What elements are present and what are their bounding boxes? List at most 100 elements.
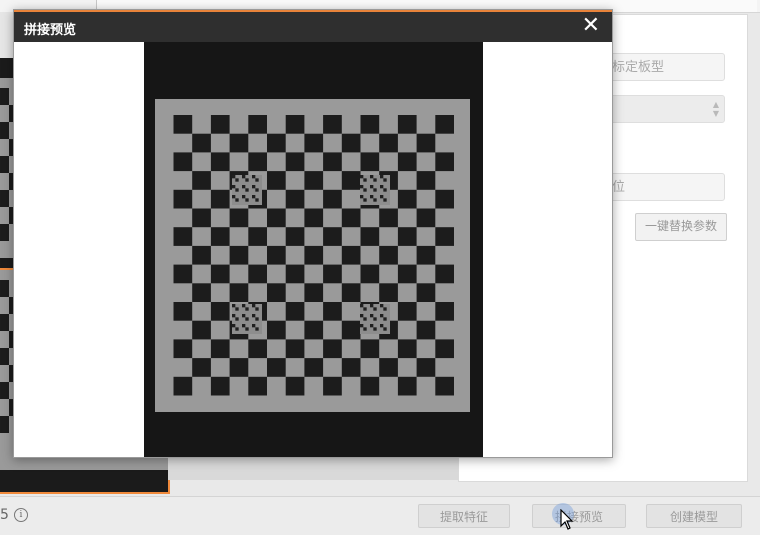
board-square xyxy=(435,115,454,134)
qr-dot xyxy=(255,327,259,331)
board-square xyxy=(229,133,249,153)
board-square xyxy=(341,245,361,265)
qr-dot xyxy=(383,188,387,192)
board-square xyxy=(323,189,342,209)
board-square xyxy=(0,224,9,241)
board-square xyxy=(210,227,230,246)
board-square xyxy=(323,264,342,284)
board-square xyxy=(173,189,193,209)
qr-dot xyxy=(232,324,236,328)
board-square xyxy=(210,152,230,172)
qr-dot xyxy=(363,198,367,202)
board-square xyxy=(0,88,9,105)
board-square xyxy=(416,358,436,377)
board-square xyxy=(173,376,193,396)
qr-dot xyxy=(383,327,387,331)
board-square xyxy=(173,152,193,172)
board-square xyxy=(248,115,267,134)
qr-dot xyxy=(242,304,246,308)
board-square xyxy=(267,208,286,228)
qr-dot xyxy=(232,195,236,199)
board-square xyxy=(285,227,305,246)
page-number: 5 xyxy=(0,507,9,523)
board-square xyxy=(285,302,305,321)
board-square xyxy=(397,302,417,321)
qr-dot xyxy=(370,195,374,199)
board-square xyxy=(285,115,305,134)
qr-dot xyxy=(232,175,236,179)
position-field[interactable]: 位 xyxy=(607,173,725,201)
board-square xyxy=(267,245,286,265)
board-square xyxy=(285,339,305,359)
qr-dot xyxy=(380,195,384,199)
board-square xyxy=(0,190,9,207)
board-square xyxy=(416,208,436,228)
qr-dot xyxy=(255,307,259,311)
board-square xyxy=(210,115,230,134)
board-square xyxy=(323,302,342,321)
qr-dot xyxy=(235,307,239,311)
board-square xyxy=(304,133,324,153)
board-square xyxy=(360,264,380,284)
board-square xyxy=(267,320,286,340)
board-square xyxy=(0,122,9,139)
qr-dot xyxy=(380,185,384,189)
board-square xyxy=(267,358,286,377)
board-square xyxy=(360,376,380,396)
board-square xyxy=(360,227,380,246)
board-square xyxy=(416,283,436,302)
board-square xyxy=(173,115,193,134)
board-square xyxy=(248,227,267,246)
qr-dot xyxy=(255,178,259,182)
extract-features-button[interactable]: 提取特征 xyxy=(418,504,510,528)
number-spinner-field[interactable]: ▲ ▼ xyxy=(607,95,725,123)
qr-dot xyxy=(232,304,236,308)
close-icon[interactable]: ✕ xyxy=(582,14,600,38)
bottom-toolbar: 5 i 提取特征 拼接预览 创建模型 xyxy=(0,496,760,535)
board-square xyxy=(435,339,454,359)
qr-dot xyxy=(245,327,249,331)
board-square xyxy=(192,133,211,153)
board-square xyxy=(379,245,398,265)
qr-dot xyxy=(242,195,246,199)
qr-dot xyxy=(360,324,364,328)
board-square xyxy=(0,416,9,433)
qr-dot xyxy=(380,304,384,308)
qr-dot xyxy=(232,185,236,189)
qr-dot xyxy=(363,317,367,321)
board-square xyxy=(435,189,454,209)
board-square xyxy=(192,208,211,228)
board-square xyxy=(323,376,342,396)
qr-dot xyxy=(363,178,367,182)
create-model-button[interactable]: 创建模型 xyxy=(646,504,742,528)
board-square xyxy=(416,320,436,340)
qr-dot xyxy=(245,198,249,202)
qr-dot xyxy=(383,307,387,311)
qr-dot xyxy=(245,317,249,321)
qr-dot xyxy=(245,188,249,192)
calibration-board-type-field[interactable]: 标定板型 xyxy=(607,53,725,81)
board-square xyxy=(248,152,267,172)
board-square xyxy=(210,376,230,396)
board-square xyxy=(267,283,286,302)
info-icon[interactable]: i xyxy=(14,508,28,522)
field-text: 标定板型 xyxy=(612,60,665,75)
qr-dot xyxy=(252,185,256,189)
board-square xyxy=(435,302,454,321)
board-square xyxy=(248,264,267,284)
spinner-arrows-icon[interactable]: ▲ ▼ xyxy=(712,100,720,118)
stitch-preview-button[interactable]: 拼接预览 xyxy=(532,504,626,528)
board-square xyxy=(323,115,342,134)
board-square xyxy=(397,152,417,172)
board-square xyxy=(192,320,211,340)
qr-dot xyxy=(245,178,249,182)
mouse-cursor-icon xyxy=(560,509,574,530)
field-text: 位 xyxy=(612,180,626,195)
qr-dot xyxy=(242,175,246,179)
qr-dot xyxy=(360,314,364,318)
replace-params-button[interactable]: 一键替换参数 xyxy=(635,213,727,241)
board-square xyxy=(173,302,193,321)
qr-dot xyxy=(360,304,364,308)
board-square xyxy=(379,358,398,377)
board-square xyxy=(360,339,380,359)
